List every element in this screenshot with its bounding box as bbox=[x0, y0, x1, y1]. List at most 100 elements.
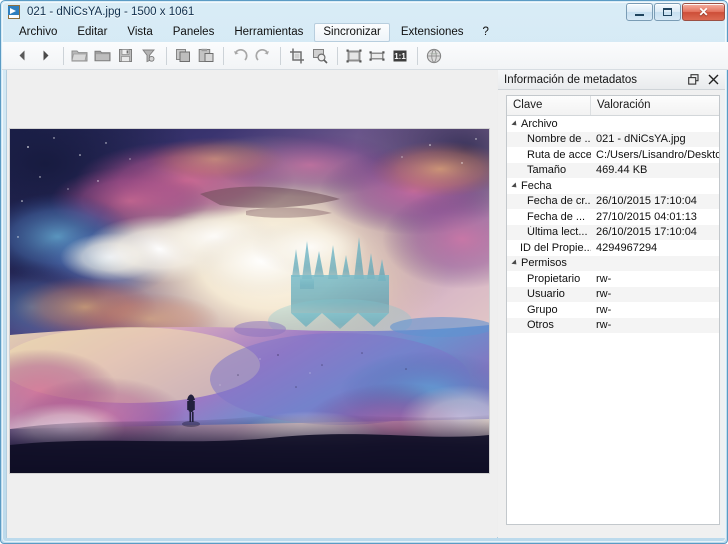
folder-icon[interactable] bbox=[92, 45, 113, 66]
row-key: Última lect... bbox=[527, 226, 588, 239]
row-key: Grupo bbox=[527, 303, 558, 316]
minimize-button[interactable] bbox=[626, 3, 653, 21]
row-key: Archivo bbox=[507, 118, 591, 130]
restore-icon[interactable] bbox=[687, 72, 700, 86]
redo-icon[interactable] bbox=[252, 45, 273, 66]
maximize-icon bbox=[663, 8, 672, 16]
table-row[interactable]: Tamaño 469.44 KB bbox=[507, 162, 719, 178]
metadata-panel-titlebar: Información de metadatos bbox=[498, 70, 725, 90]
image-file-icon bbox=[7, 4, 22, 20]
undo-icon[interactable] bbox=[229, 45, 250, 66]
row-value: rw- bbox=[596, 272, 612, 285]
row-key: Propietario bbox=[527, 272, 581, 285]
menu-paneles[interactable]: Paneles bbox=[164, 23, 224, 42]
client-area: Información de metadatos Clave Valoració… bbox=[6, 70, 725, 538]
metadata-panel-scrollbar[interactable] bbox=[721, 90, 725, 538]
window-title: 021 - dNiCsYA.jpg - 1500 x 1061 bbox=[27, 6, 195, 18]
menu-extensiones[interactable]: Extensiones bbox=[392, 23, 473, 42]
open-folder-icon[interactable] bbox=[69, 45, 90, 66]
paste-icon[interactable] bbox=[195, 45, 216, 66]
chevron-expanded-icon[interactable] bbox=[511, 259, 519, 267]
row-value: 26/10/2015 17:10:04 bbox=[596, 195, 697, 208]
toolbar-separator bbox=[63, 46, 64, 65]
menu-archivo[interactable]: Archivo bbox=[10, 23, 66, 42]
row-value: rw- bbox=[596, 319, 612, 332]
metadata-grid[interactable]: Clave Valoración Archivo Nombre de ... 0… bbox=[506, 95, 720, 525]
row-value: C:/Users/Lisandro/Deskto... bbox=[596, 148, 719, 161]
table-row[interactable]: Fecha de ... 27/10/2015 04:01:13 bbox=[507, 209, 719, 225]
title-bar: 021 - dNiCsYA.jpg - 1500 x 1061 ✕ bbox=[1, 1, 728, 23]
chevron-expanded-icon[interactable] bbox=[511, 120, 519, 128]
column-header-value[interactable]: Valoración bbox=[591, 96, 719, 115]
next-arrow-icon[interactable] bbox=[35, 45, 56, 66]
toolbar-separator bbox=[280, 46, 281, 65]
svg-text:1:1: 1:1 bbox=[394, 52, 406, 61]
table-row[interactable]: ID del Propie... 4294967294 bbox=[507, 240, 719, 256]
menu-bar: Archivo Editar Vista Paneles Herramienta… bbox=[2, 23, 728, 42]
table-row[interactable]: Permisos bbox=[507, 255, 719, 271]
menu-editar[interactable]: Editar bbox=[68, 23, 116, 42]
maximize-button[interactable] bbox=[654, 3, 681, 21]
close-button[interactable]: ✕ bbox=[682, 3, 725, 21]
table-row[interactable]: Nombre de ... 021 - dNiCsYA.jpg bbox=[507, 131, 719, 147]
row-value: rw- bbox=[596, 288, 612, 301]
row-key: ID del Propie... bbox=[520, 241, 591, 254]
menu-herramientas[interactable]: Herramientas bbox=[225, 23, 312, 42]
minimize-icon bbox=[635, 14, 644, 16]
copy-icon[interactable] bbox=[172, 45, 193, 66]
metadata-panel-title: Información de metadatos bbox=[504, 73, 637, 86]
fit-width-icon[interactable] bbox=[366, 45, 387, 66]
table-row[interactable]: Grupo rw- bbox=[507, 302, 719, 318]
row-key: Tamaño bbox=[527, 164, 567, 177]
table-row[interactable]: Archivo bbox=[507, 116, 719, 132]
row-key: Otros bbox=[527, 319, 554, 332]
row-value: 469.44 KB bbox=[596, 164, 648, 177]
column-header-key[interactable]: Clave bbox=[507, 96, 591, 115]
application-window: 021 - dNiCsYA.jpg - 1500 x 1061 ✕ Archiv… bbox=[0, 0, 728, 544]
table-row[interactable]: Otros rw- bbox=[507, 317, 719, 333]
menu-sincronizar[interactable]: Sincronizar bbox=[314, 23, 390, 42]
zoom-actual-size-icon[interactable]: 1:1 bbox=[389, 45, 410, 66]
close-icon[interactable] bbox=[707, 72, 720, 86]
metadata-grid-header: Clave Valoración bbox=[507, 96, 719, 116]
save-icon[interactable] bbox=[115, 45, 136, 66]
row-key: Fecha de ... bbox=[527, 210, 586, 223]
toolbar-separator bbox=[223, 46, 224, 65]
window-controls: ✕ bbox=[626, 3, 725, 21]
table-row[interactable]: Ruta de acce... C:/Users/Lisandro/Deskto… bbox=[507, 147, 719, 163]
displayed-image[interactable] bbox=[10, 129, 489, 473]
menu-ayuda[interactable]: ? bbox=[475, 23, 497, 42]
metadata-panel-buttons bbox=[687, 72, 720, 86]
zoom-select-icon[interactable] bbox=[309, 45, 330, 66]
row-key: Fecha bbox=[507, 180, 591, 192]
filter-icon[interactable] bbox=[138, 45, 159, 66]
table-row[interactable]: Fecha bbox=[507, 178, 719, 194]
fit-window-icon[interactable] bbox=[343, 45, 364, 66]
toolbar-separator bbox=[417, 46, 418, 65]
table-row[interactable]: Usuario rw- bbox=[507, 286, 719, 302]
previous-arrow-icon[interactable] bbox=[12, 45, 33, 66]
chevron-expanded-icon[interactable] bbox=[511, 182, 519, 190]
crop-icon[interactable] bbox=[286, 45, 307, 66]
table-row[interactable]: Propietario rw- bbox=[507, 271, 719, 287]
globe-icon[interactable] bbox=[423, 45, 444, 66]
row-key: Permisos bbox=[507, 257, 591, 269]
row-value: 4294967294 bbox=[596, 241, 658, 254]
row-key: Ruta de acce... bbox=[527, 148, 591, 161]
table-row[interactable]: Fecha de cr... 26/10/2015 17:10:04 bbox=[507, 193, 719, 209]
close-icon: ✕ bbox=[698, 5, 709, 19]
row-value: 021 - dNiCsYA.jpg bbox=[596, 133, 686, 146]
row-value: 26/10/2015 17:10:04 bbox=[596, 226, 697, 239]
image-viewer[interactable] bbox=[7, 70, 497, 538]
toolbar: 1:1 bbox=[2, 42, 728, 70]
menu-vista[interactable]: Vista bbox=[118, 23, 161, 42]
metadata-panel: Información de metadatos Clave Valoració… bbox=[498, 70, 725, 538]
row-value: 27/10/2015 04:01:13 bbox=[596, 210, 697, 223]
table-row[interactable]: Última lect... 26/10/2015 17:10:04 bbox=[507, 224, 719, 240]
toolbar-separator bbox=[337, 46, 338, 65]
toolbar-separator bbox=[166, 46, 167, 65]
row-key: Nombre de ... bbox=[527, 133, 591, 146]
row-key: Usuario bbox=[527, 288, 565, 301]
row-key: Fecha de cr... bbox=[527, 195, 591, 208]
row-value: rw- bbox=[596, 303, 612, 316]
